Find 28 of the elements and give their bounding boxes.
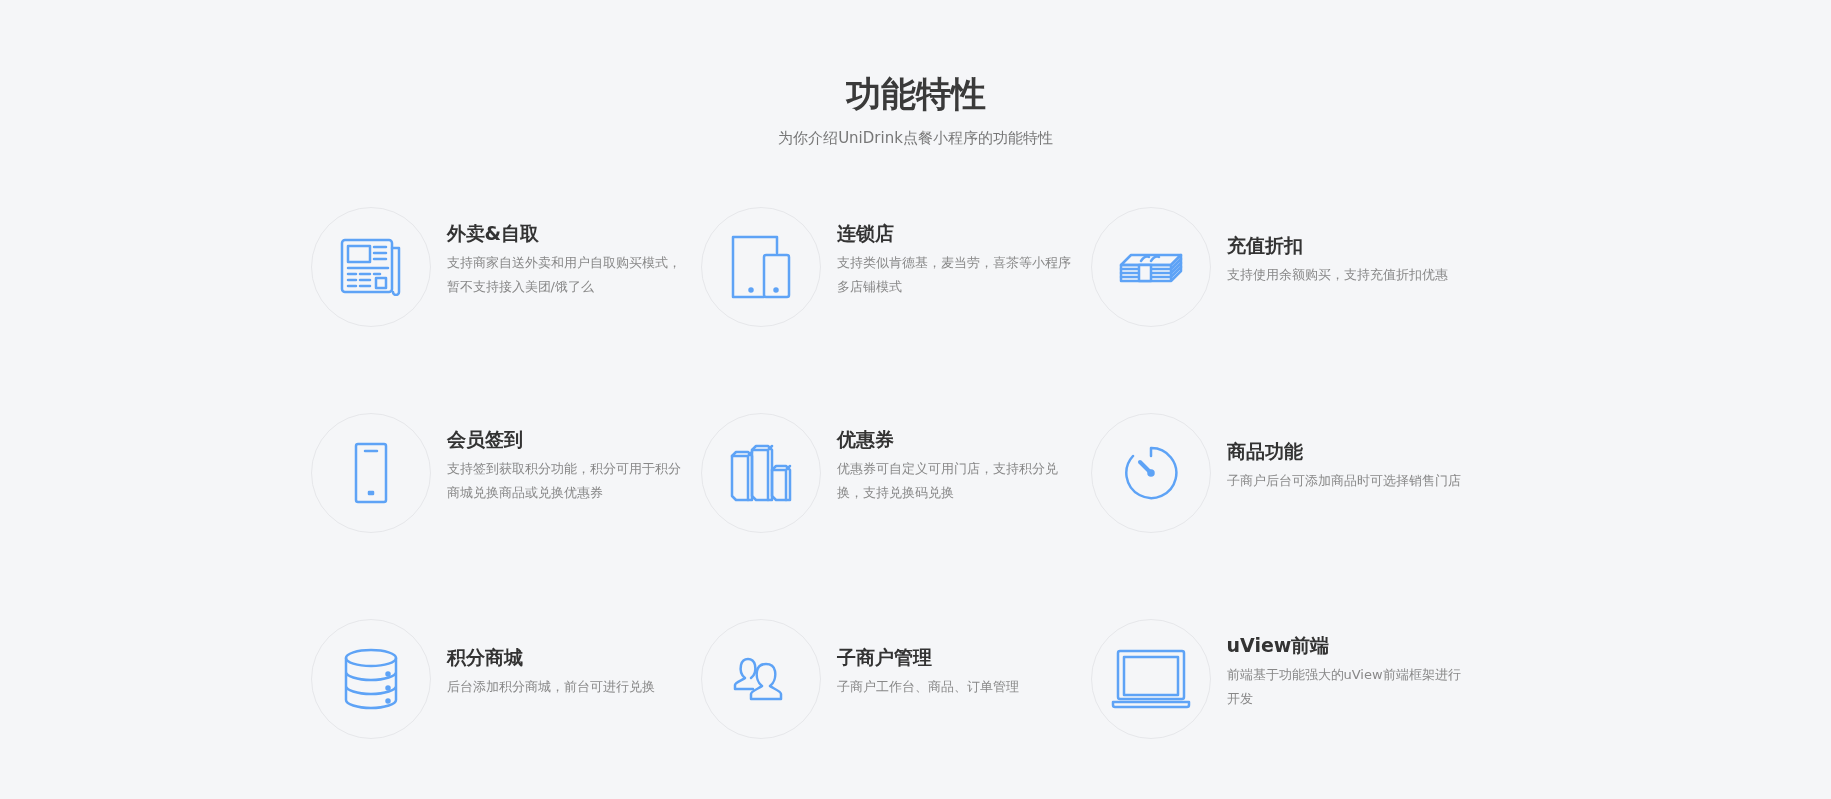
newspaper-icon bbox=[339, 238, 402, 296]
feature-description: 支持类似肯德基，麦当劳，喜茶等小程序多店铺模式 bbox=[836, 254, 1072, 296]
timer-icon bbox=[1122, 445, 1179, 501]
feature-description: 子商户后台可添加商品时可选择销售门店 bbox=[1226, 472, 1462, 490]
feature-title: 连锁店 bbox=[836, 221, 895, 246]
feature-title: 子商户管理 bbox=[836, 645, 933, 670]
feature-title: 充值折扣 bbox=[1226, 233, 1304, 258]
database-icon bbox=[342, 648, 399, 710]
section-subtitle: 为你介绍UniDrink点餐小程序的功能特性 bbox=[777, 128, 1054, 149]
laptop-icon bbox=[1110, 649, 1191, 709]
tablet-and-phone-icon bbox=[729, 235, 792, 299]
feature-title: 优惠券 bbox=[836, 427, 895, 452]
phone-icon bbox=[353, 442, 388, 504]
feature-description: 支持商家自送外卖和用户自取购买模式，暂不支持接入美团/饿了么 bbox=[446, 254, 682, 296]
feature-description: 前端基于功能强大的uView前端框架进行开发 bbox=[1226, 666, 1462, 708]
section-title: 功能特性 bbox=[844, 73, 987, 116]
feature-title: 积分商城 bbox=[446, 645, 524, 670]
feature-description: 后台添加积分商城，前台可进行兑换 bbox=[446, 678, 656, 696]
money-stack-icon bbox=[1118, 251, 1183, 283]
feature-title: 商品功能 bbox=[1226, 439, 1304, 464]
feature-title: 会员签到 bbox=[446, 427, 524, 452]
feature-description: 子商户工作台、商品、订单管理 bbox=[836, 678, 1020, 696]
feature-description: 支持使用余额购买，支持充值折扣优惠 bbox=[1226, 266, 1449, 284]
bar-blocks-icon bbox=[729, 444, 792, 502]
feature-description: 支持签到获取积分功能，积分可用于积分商城兑换商品或兑换优惠券 bbox=[446, 460, 682, 502]
feature-title: 外卖&自取 bbox=[446, 221, 541, 246]
feature-description: 优惠券可自定义可用门店，支持积分兑换，支持兑换码兑换 bbox=[836, 460, 1059, 502]
feature-title: uView前端 bbox=[1226, 633, 1331, 658]
